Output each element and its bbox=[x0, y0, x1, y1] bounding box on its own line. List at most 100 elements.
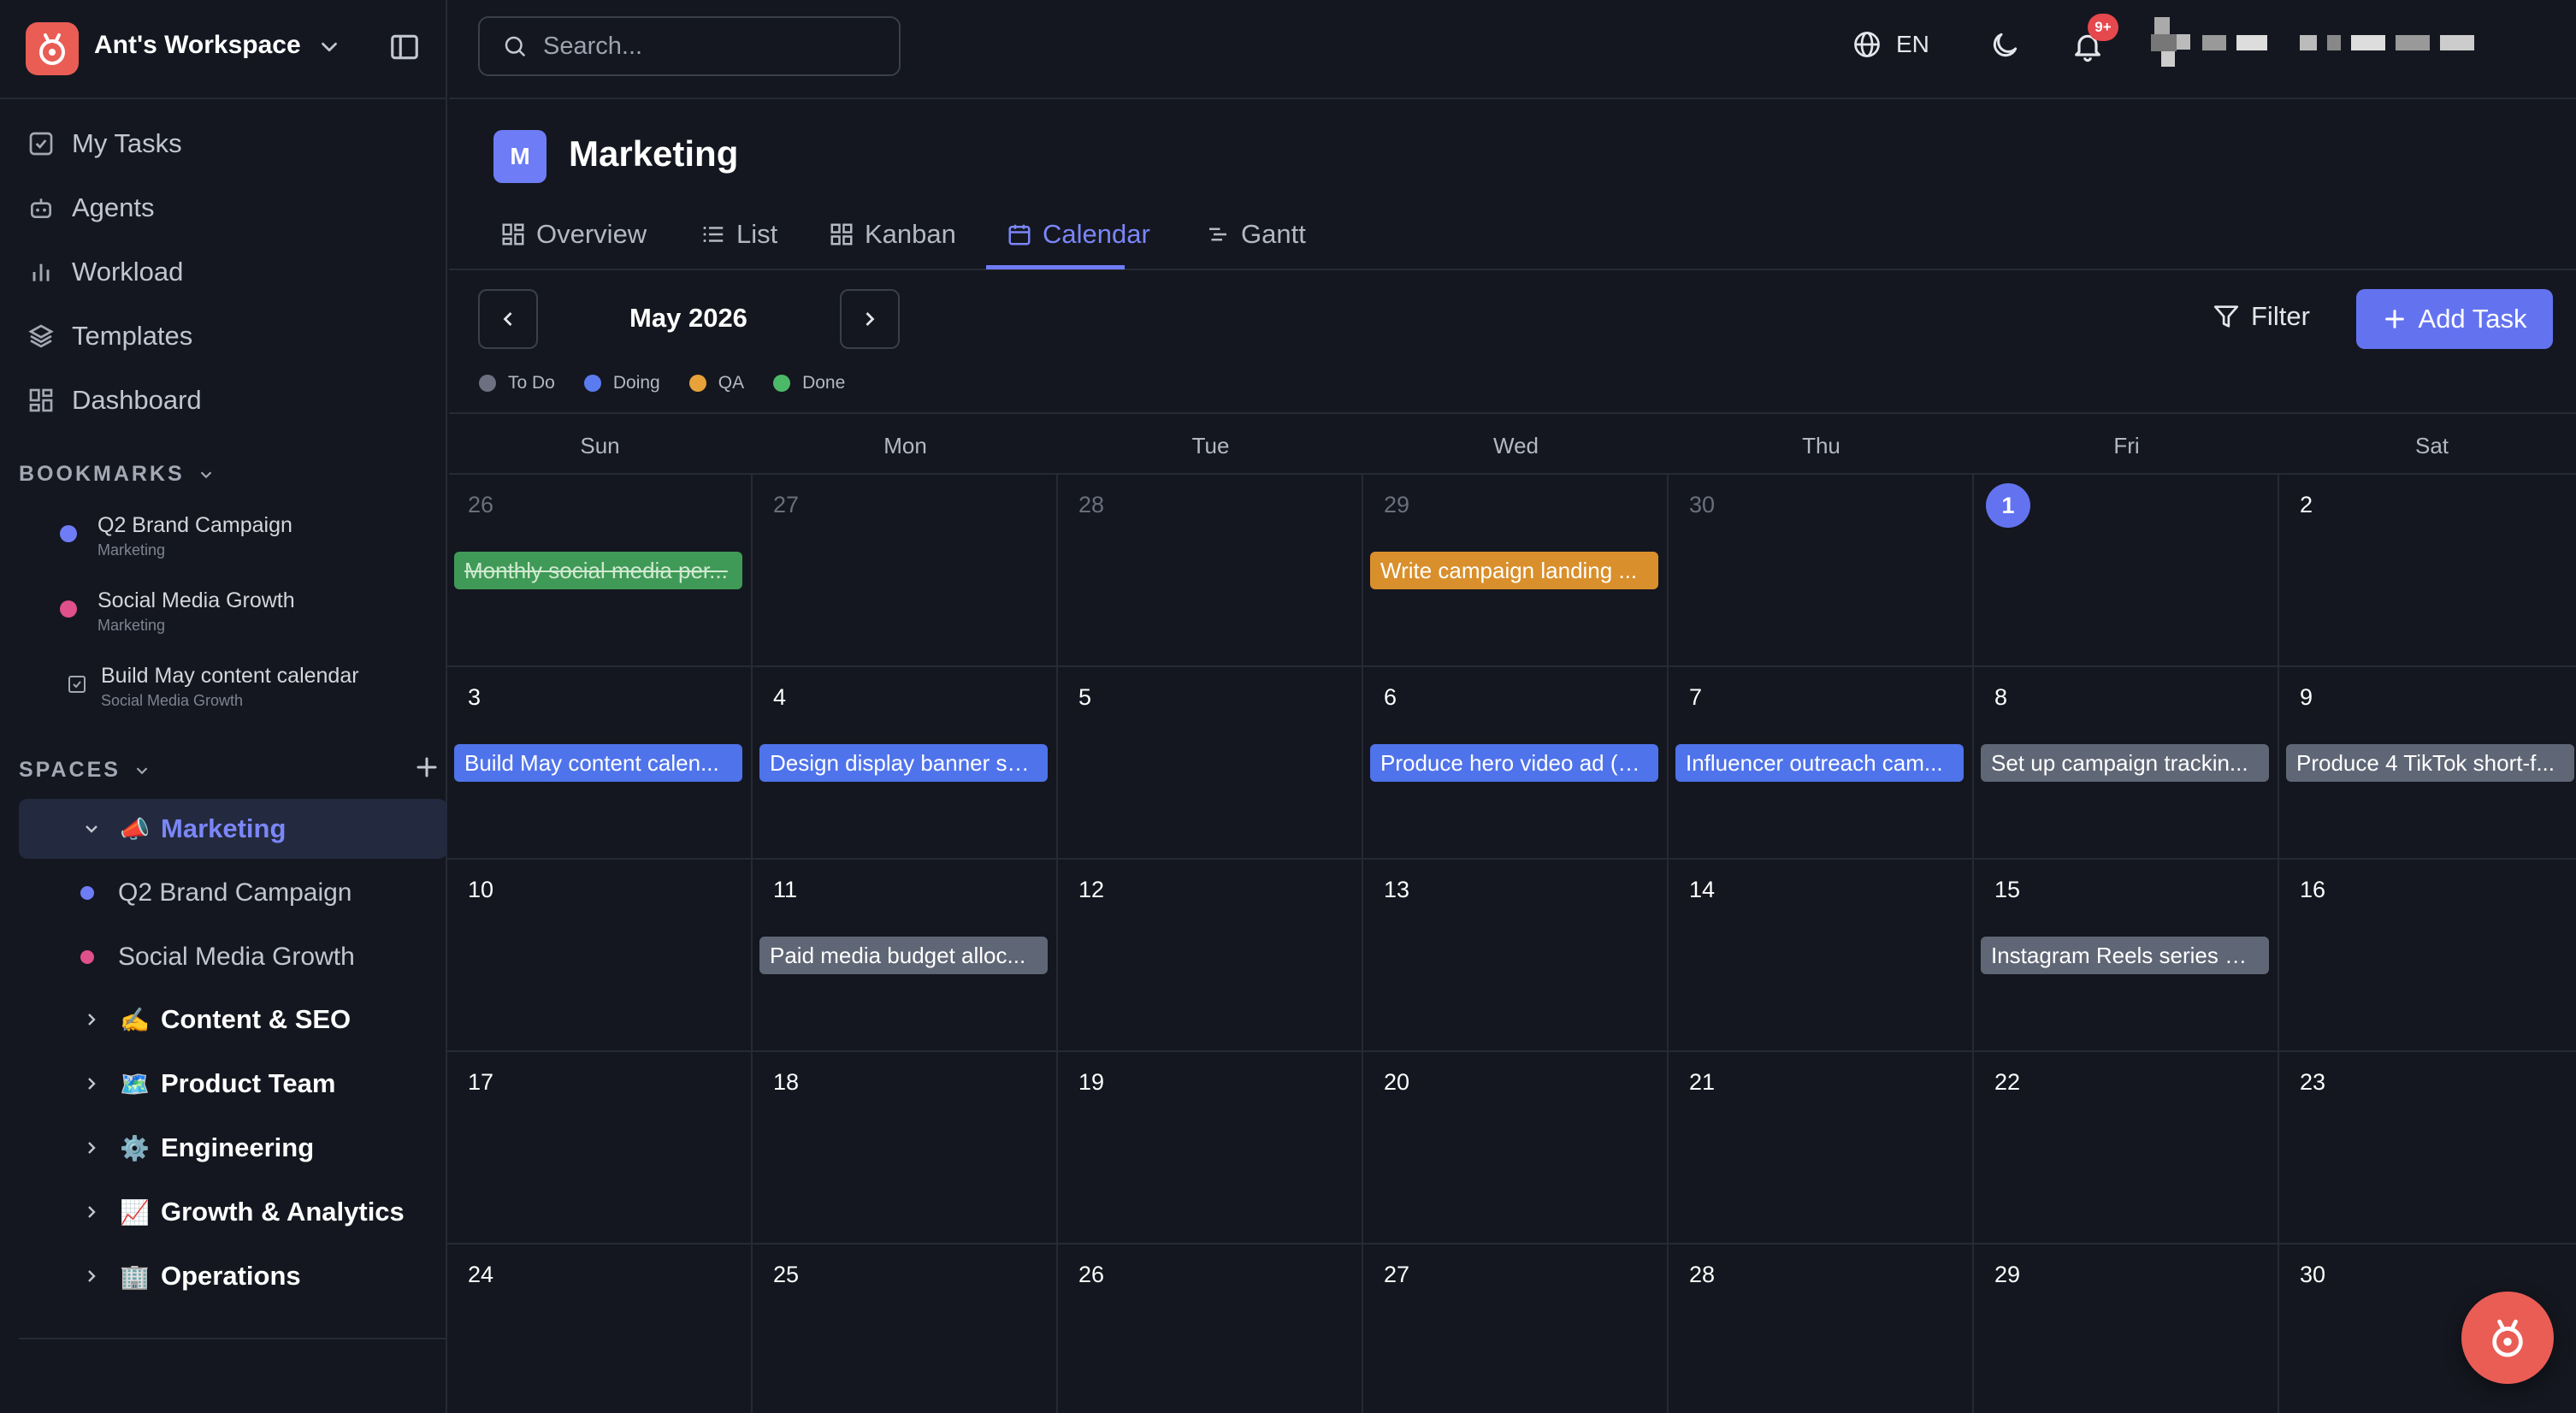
nav-templates[interactable]: Templates bbox=[19, 309, 429, 364]
add-task-button[interactable]: Add Task bbox=[2356, 289, 2553, 349]
calendar-day-cell[interactable]: 12 bbox=[1058, 860, 1363, 1052]
project-item[interactable]: Q2 Brand Campaign bbox=[80, 867, 352, 919]
space-item-marketing[interactable]: 📣 Marketing bbox=[79, 803, 286, 854]
calendar-task-chip[interactable]: Produce 4 TikTok short-f... bbox=[2286, 744, 2574, 782]
nav-dashboard[interactable]: Dashboard bbox=[19, 373, 429, 428]
chevron-right-icon[interactable] bbox=[79, 1073, 104, 1094]
tab-calendar[interactable]: Calendar bbox=[1007, 198, 1150, 270]
space-emoji: ✍️ bbox=[120, 1006, 150, 1033]
calendar-task-chip[interactable]: Set up campaign trackin... bbox=[1981, 744, 2269, 782]
dark-mode-moon-icon[interactable] bbox=[1988, 29, 2021, 62]
workspace-switcher-chevron-icon[interactable] bbox=[316, 34, 342, 60]
calendar-task-chip[interactable]: Paid media budget alloc... bbox=[759, 937, 1048, 974]
calendar-day-cell[interactable]: 15 Instagram Reels series —... bbox=[1974, 860, 2279, 1052]
project-color-dot bbox=[80, 950, 94, 964]
gantt-icon bbox=[1205, 222, 1231, 247]
sidebar-toggle-icon[interactable] bbox=[388, 31, 421, 63]
tab-gantt[interactable]: Gantt bbox=[1205, 198, 1306, 270]
bookmark-item[interactable]: Q2 Brand Campaign Marketing bbox=[60, 513, 292, 559]
calendar-day-cell[interactable]: 14 bbox=[1669, 860, 1974, 1052]
calendar-day-cell[interactable]: 13 bbox=[1363, 860, 1669, 1052]
calendar-day-cell[interactable]: 1 bbox=[1974, 475, 2279, 667]
calendar-day-cell[interactable]: 21 bbox=[1669, 1052, 1974, 1245]
tab-overview[interactable]: Overview bbox=[500, 198, 647, 270]
workspace-name[interactable]: Ant's Workspace bbox=[94, 31, 301, 60]
calendar-task-chip[interactable]: Instagram Reels series —... bbox=[1981, 937, 2269, 974]
project-item[interactable]: Social Media Growth bbox=[80, 931, 355, 983]
calendar-day-cell[interactable]: 29 Write campaign landing ... bbox=[1363, 475, 1669, 667]
calendar-day-cell[interactable]: 16 bbox=[2279, 860, 2576, 1052]
day-number: 27 bbox=[773, 492, 800, 517]
bookmarks-header[interactable]: BOOKMARKS bbox=[19, 462, 216, 487]
user-profile-redacted[interactable] bbox=[2151, 17, 2474, 68]
language-switcher[interactable]: EN bbox=[1852, 29, 1929, 60]
calendar-day-cell[interactable]: 3 Build May content calen... bbox=[447, 667, 753, 860]
bookmark-item[interactable]: Social Media Growth Marketing bbox=[60, 588, 295, 635]
day-number: 26 bbox=[468, 492, 494, 517]
spaces-header[interactable]: SPACES bbox=[19, 758, 151, 783]
tab-kanban[interactable]: Kanban bbox=[829, 198, 956, 270]
space-name: Operations bbox=[161, 1261, 301, 1291]
space-item[interactable]: ⚙️ Engineering bbox=[79, 1122, 314, 1174]
chevron-right-icon[interactable] bbox=[79, 1266, 104, 1286]
space-item[interactable]: 🗺️ Product Team bbox=[79, 1058, 335, 1109]
day-number: 11 bbox=[773, 877, 798, 902]
calendar-day-cell[interactable]: 28 bbox=[1058, 475, 1363, 667]
calendar-day-cell[interactable]: 6 Produce hero video ad (3... bbox=[1363, 667, 1669, 860]
calendar-day-cell[interactable]: 24 bbox=[447, 1245, 753, 1413]
next-month-button[interactable] bbox=[840, 289, 900, 349]
calendar-task-chip[interactable]: Influencer outreach cam... bbox=[1675, 744, 1964, 782]
add-space-icon[interactable] bbox=[414, 754, 440, 780]
calendar-day-cell[interactable]: 19 bbox=[1058, 1052, 1363, 1245]
space-emoji: 📈 bbox=[120, 1198, 150, 1226]
spaces-header-label: SPACES bbox=[19, 758, 121, 782]
calendar-day-cell[interactable]: 26 bbox=[1058, 1245, 1363, 1413]
calendar-day-cell[interactable]: 4 Design display banner se... bbox=[753, 667, 1058, 860]
calendar-task-chip[interactable]: Produce hero video ad (3... bbox=[1370, 744, 1658, 782]
space-name: Growth & Analytics bbox=[161, 1197, 405, 1227]
day-number: 26 bbox=[1078, 1262, 1105, 1287]
chevron-right-icon[interactable] bbox=[79, 1202, 104, 1222]
nav-my-tasks[interactable]: My Tasks bbox=[19, 116, 429, 171]
search-input[interactable]: Search... bbox=[478, 16, 901, 76]
calendar-day-cell[interactable]: 27 bbox=[1363, 1245, 1669, 1413]
assistant-fab-button[interactable] bbox=[2461, 1292, 2554, 1384]
calendar-day-cell[interactable]: 27 bbox=[753, 475, 1058, 667]
space-item[interactable]: ✍️ Content & SEO bbox=[79, 994, 351, 1045]
calendar-day-cell[interactable]: 25 bbox=[753, 1245, 1058, 1413]
space-item[interactable]: 🏢 Operations bbox=[79, 1250, 301, 1302]
chevron-right-icon[interactable] bbox=[79, 1009, 104, 1030]
chevron-right-icon[interactable] bbox=[79, 1138, 104, 1158]
nav-agents[interactable]: Agents bbox=[19, 180, 429, 235]
calendar-task-chip[interactable]: Monthly social media per... bbox=[454, 552, 742, 589]
prev-month-button[interactable] bbox=[478, 289, 538, 349]
calendar-day-cell[interactable]: 9 Produce 4 TikTok short-f... bbox=[2279, 667, 2576, 860]
calendar-task-chip[interactable]: Design display banner se... bbox=[759, 744, 1048, 782]
nav-workload[interactable]: Workload bbox=[19, 245, 429, 299]
workspace-logo[interactable] bbox=[26, 22, 79, 75]
calendar-task-chip[interactable]: Build May content calen... bbox=[454, 744, 742, 782]
bookmark-title: Build May content calendar bbox=[101, 664, 359, 688]
calendar-day-cell[interactable]: 7 Influencer outreach cam... bbox=[1669, 667, 1974, 860]
calendar-day-cell[interactable]: 10 bbox=[447, 860, 753, 1052]
calendar-day-cell[interactable]: 26 Monthly social media per... bbox=[447, 475, 753, 667]
calendar-day-cell[interactable]: 29 bbox=[1974, 1245, 2279, 1413]
calendar-day-cell[interactable]: 28 bbox=[1669, 1245, 1974, 1413]
calendar-day-cell[interactable]: 5 bbox=[1058, 667, 1363, 860]
calendar-day-cell[interactable]: 11 Paid media budget alloc... bbox=[753, 860, 1058, 1052]
robot-icon bbox=[27, 194, 62, 222]
bookmark-item[interactable]: Build May content calendar Social Media … bbox=[67, 664, 359, 710]
calendar-day-cell[interactable]: 22 bbox=[1974, 1052, 2279, 1245]
space-item[interactable]: 📈 Growth & Analytics bbox=[79, 1186, 405, 1238]
calendar-day-cell[interactable]: 20 bbox=[1363, 1052, 1669, 1245]
calendar-day-cell[interactable]: 23 bbox=[2279, 1052, 2576, 1245]
calendar-task-chip[interactable]: Write campaign landing ... bbox=[1370, 552, 1658, 589]
chevron-down-icon[interactable] bbox=[79, 819, 104, 839]
calendar-day-cell[interactable]: 30 bbox=[1669, 475, 1974, 667]
filter-button[interactable]: Filter bbox=[2212, 301, 2310, 332]
calendar-day-cell[interactable]: 18 bbox=[753, 1052, 1058, 1245]
calendar-day-cell[interactable]: 2 bbox=[2279, 475, 2576, 667]
calendar-day-cell[interactable]: 17 bbox=[447, 1052, 753, 1245]
calendar-day-cell[interactable]: 8 Set up campaign trackin... bbox=[1974, 667, 2279, 860]
tab-list[interactable]: List bbox=[700, 198, 777, 270]
